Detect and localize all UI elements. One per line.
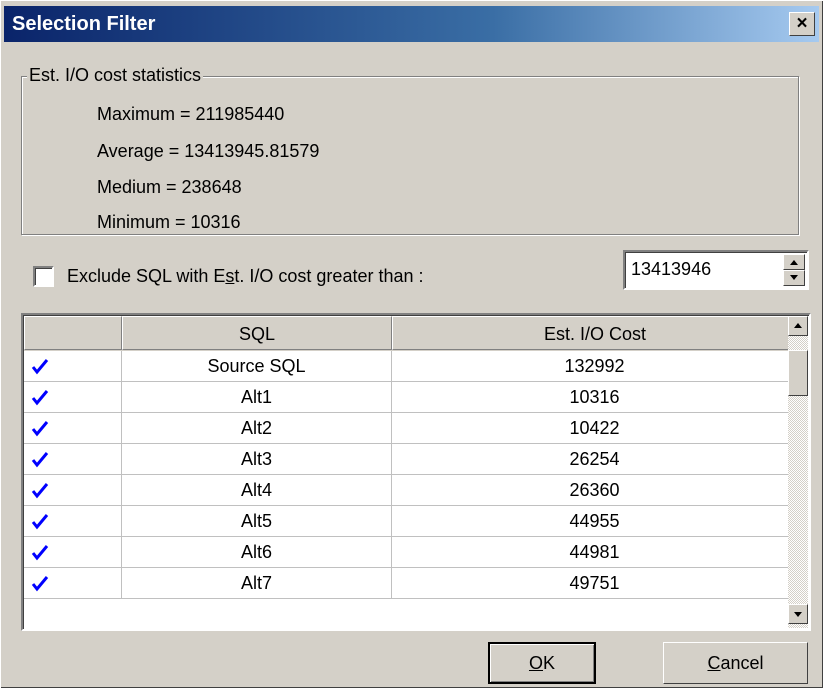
header-sql[interactable]: SQL — [122, 316, 392, 350]
row-sql-cell: Source SQL — [122, 351, 392, 382]
row-sql-cell: Alt2 — [122, 413, 392, 444]
row-check-cell[interactable] — [24, 506, 122, 537]
row-cost-cell: 26254 — [392, 444, 798, 475]
row-sql-cell: Alt5 — [122, 506, 392, 537]
exclude-label-part1: Exclude SQL with E — [67, 266, 226, 286]
ok-mnemonic: O — [528, 653, 543, 673]
row-cost-cell: 132992 — [392, 351, 798, 382]
row-cost-cell: 49751 — [392, 568, 798, 599]
checkmark-icon — [31, 452, 49, 468]
stats-group-legend: Est. I/O cost statistics — [27, 65, 204, 86]
table-row[interactable]: Alt6 44981 — [24, 537, 798, 568]
exclude-label-part2: t. I/O cost greater than : — [234, 266, 424, 286]
stat-medium: Medium = 238648 — [97, 177, 242, 197]
checkmark-icon — [31, 483, 49, 499]
window-title: Selection Filter — [12, 13, 156, 35]
row-cost-cell: 44955 — [392, 506, 798, 537]
row-sql-cell: Alt6 — [122, 537, 392, 568]
spin-up-icon — [790, 260, 798, 265]
stat-maximum: Maximum = 211985440 — [97, 104, 285, 124]
cost-threshold-spinbox[interactable]: 13413946 — [623, 250, 809, 290]
row-sql-cell: Alt7 — [122, 568, 392, 599]
title-bar[interactable]: Selection Filter × — [4, 6, 819, 42]
checkmark-icon — [31, 576, 49, 592]
scroll-up-button[interactable] — [788, 316, 808, 336]
stat-average: Average = 13413945.81579 — [97, 141, 320, 161]
ok-button[interactable]: OK — [488, 642, 596, 684]
row-check-cell[interactable] — [24, 351, 122, 382]
checkmark-icon — [31, 545, 49, 561]
row-check-cell[interactable] — [24, 475, 122, 506]
table-row[interactable]: Alt7 49751 — [24, 568, 798, 599]
row-sql-cell: Alt4 — [122, 475, 392, 506]
close-button[interactable]: × — [789, 12, 815, 36]
row-check-cell[interactable] — [24, 537, 122, 568]
checkmark-icon — [31, 390, 49, 406]
row-cost-cell: 10316 — [392, 382, 798, 413]
row-cost-cell: 44981 — [392, 537, 798, 568]
table-row[interactable]: Alt1 10316 — [24, 382, 798, 413]
table-row[interactable]: Source SQL 132992 — [24, 351, 798, 382]
row-check-cell[interactable] — [24, 382, 122, 413]
row-check-cell[interactable] — [24, 444, 122, 475]
table-row[interactable]: Alt5 44955 — [24, 506, 798, 537]
table-row[interactable]: Alt3 26254 — [24, 444, 798, 475]
grid-vertical-scrollbar[interactable] — [788, 316, 808, 628]
row-sql-cell: Alt1 — [122, 382, 392, 413]
stat-minimum: Minimum = 10316 — [97, 212, 241, 232]
row-check-cell[interactable] — [24, 413, 122, 444]
cancel-label: ancel — [720, 653, 764, 673]
header-cost[interactable]: Est. I/O Cost — [392, 316, 798, 350]
row-cost-cell: 10422 — [392, 413, 798, 444]
selection-filter-dialog: Selection Filter × Est. I/O cost statist… — [0, 0, 824, 689]
cancel-button[interactable]: Cancel — [663, 642, 808, 684]
exclude-checkbox-label[interactable]: Exclude SQL with Est. I/O cost greater t… — [67, 266, 424, 287]
close-icon: × — [796, 13, 808, 34]
row-cost-cell: 26360 — [392, 475, 798, 506]
checkmark-icon — [31, 514, 49, 530]
scroll-up-icon — [794, 323, 802, 328]
cost-threshold-input[interactable]: 13413946 — [631, 259, 711, 280]
spin-down-button[interactable] — [783, 270, 805, 286]
checkmark-icon — [31, 359, 49, 375]
cancel-mnemonic: C — [707, 653, 721, 673]
table-row[interactable]: Alt2 10422 — [24, 413, 798, 444]
grid-header: SQL Est. I/O Cost — [24, 316, 798, 351]
scroll-down-button[interactable] — [788, 604, 808, 624]
exclude-checkbox[interactable] — [33, 266, 54, 287]
header-check-column[interactable] — [24, 316, 122, 350]
scroll-thumb[interactable] — [788, 350, 808, 396]
scroll-down-icon — [794, 612, 802, 617]
row-sql-cell: Alt3 — [122, 444, 392, 475]
row-check-cell[interactable] — [24, 568, 122, 599]
checkmark-icon — [31, 421, 49, 437]
spin-down-icon — [790, 275, 798, 280]
sql-cost-grid[interactable]: SQL Est. I/O Cost Source SQL 132992 Alt1 10… — [21, 313, 811, 631]
spin-up-button[interactable] — [783, 254, 805, 270]
table-row[interactable]: Alt4 26360 — [24, 475, 798, 506]
ok-label: K — [543, 653, 556, 673]
